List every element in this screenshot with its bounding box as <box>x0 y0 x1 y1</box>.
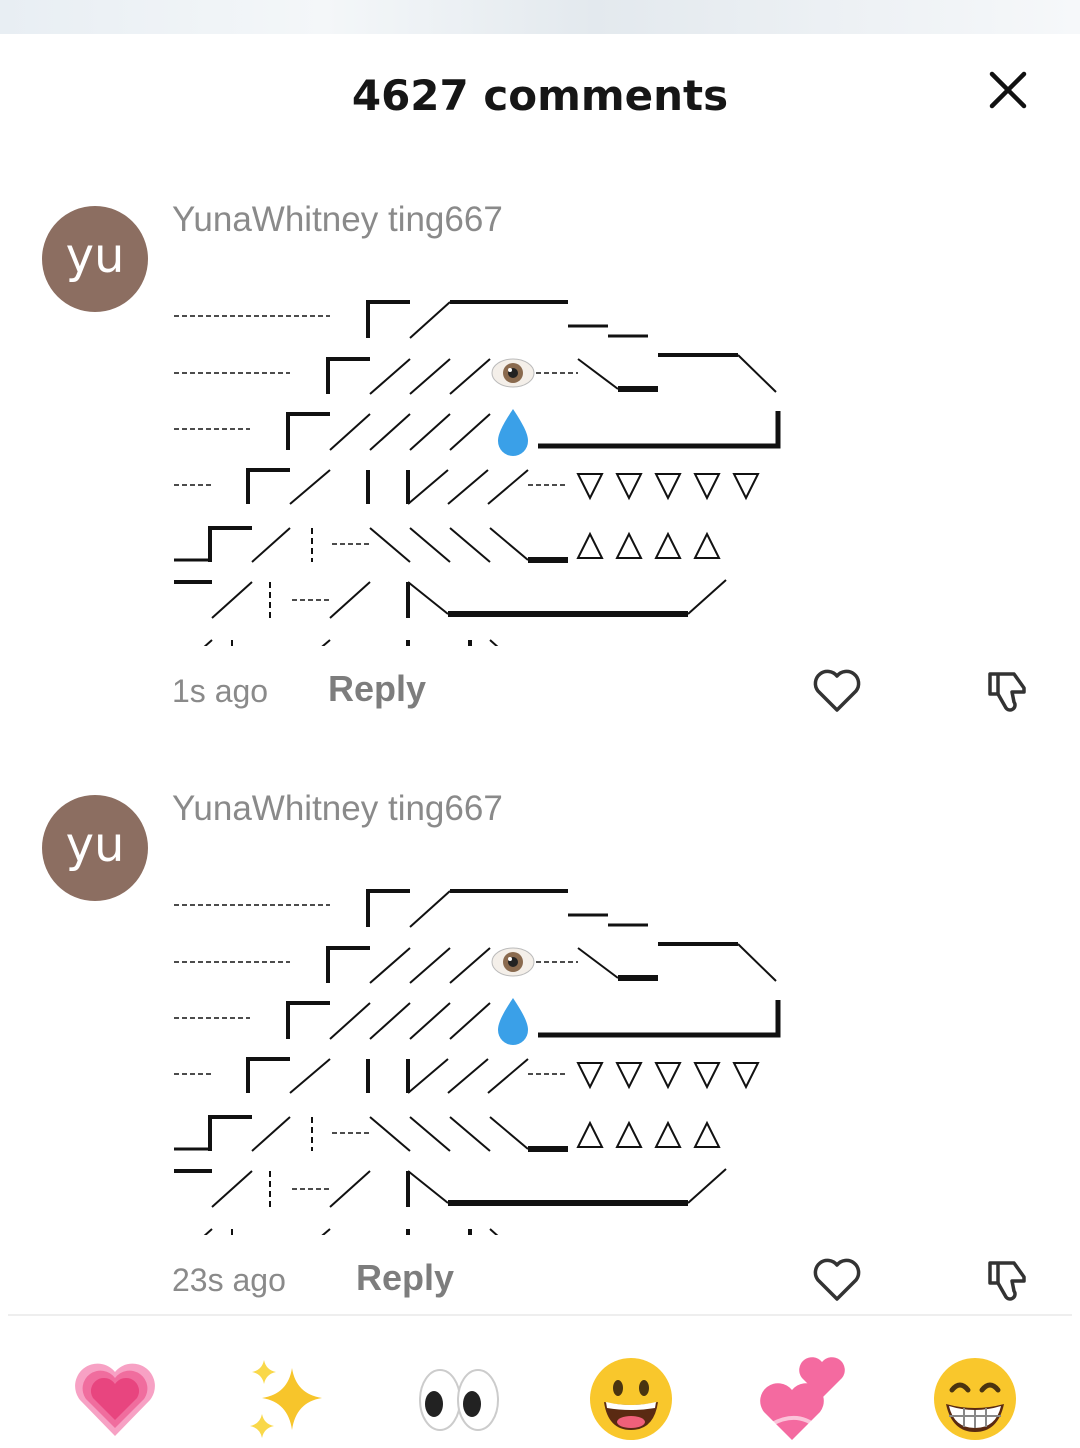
video-backdrop-strip <box>0 0 1080 34</box>
close-button[interactable] <box>984 66 1032 114</box>
dislike-button[interactable] <box>984 1257 1032 1305</box>
eyes-emoji[interactable] <box>414 1354 504 1444</box>
comments-count-title: 4627 comments <box>351 71 729 120</box>
comment-item: yu YunaWhitney ting667 <box>0 200 1080 766</box>
comment-username[interactable]: YunaWhitney ting667 <box>172 787 503 831</box>
pink-heart-emoji[interactable] <box>70 1354 160 1444</box>
reply-button[interactable]: Reply <box>328 667 426 711</box>
thumbs-down-icon <box>988 1261 1026 1301</box>
ascii-art-dinosaur <box>174 300 781 646</box>
eye-emoji <box>491 358 535 388</box>
reply-button[interactable]: Reply <box>356 1256 454 1300</box>
two-hearts-emoji[interactable] <box>758 1354 848 1444</box>
like-button[interactable] <box>812 1257 862 1303</box>
ascii-art-dinosaur <box>174 889 781 1235</box>
avatar[interactable]: yu <box>42 795 148 901</box>
heart-icon <box>813 669 861 712</box>
comment-timestamp: 1s ago <box>172 673 269 709</box>
grinning-face-emoji[interactable] <box>586 1354 676 1444</box>
eye-emoji <box>491 947 535 977</box>
emoji-bar <box>0 1316 1080 1440</box>
dislike-button[interactable] <box>984 668 1032 716</box>
thumbs-down-icon <box>988 672 1026 712</box>
like-button[interactable] <box>812 668 862 714</box>
comment-timestamp: 23s ago <box>172 1262 286 1298</box>
sparkles-emoji[interactable] <box>242 1354 332 1444</box>
comment-item: yu YunaWhitney ting667 <box>0 789 1080 1355</box>
avatar[interactable]: yu <box>42 206 148 312</box>
droplet-emoji <box>498 409 528 456</box>
close-icon <box>989 71 1027 109</box>
beaming-face-emoji[interactable] <box>930 1354 1020 1444</box>
comment-username[interactable]: YunaWhitney ting667 <box>172 198 503 242</box>
droplet-emoji <box>498 998 528 1045</box>
heart-icon <box>813 1258 861 1301</box>
